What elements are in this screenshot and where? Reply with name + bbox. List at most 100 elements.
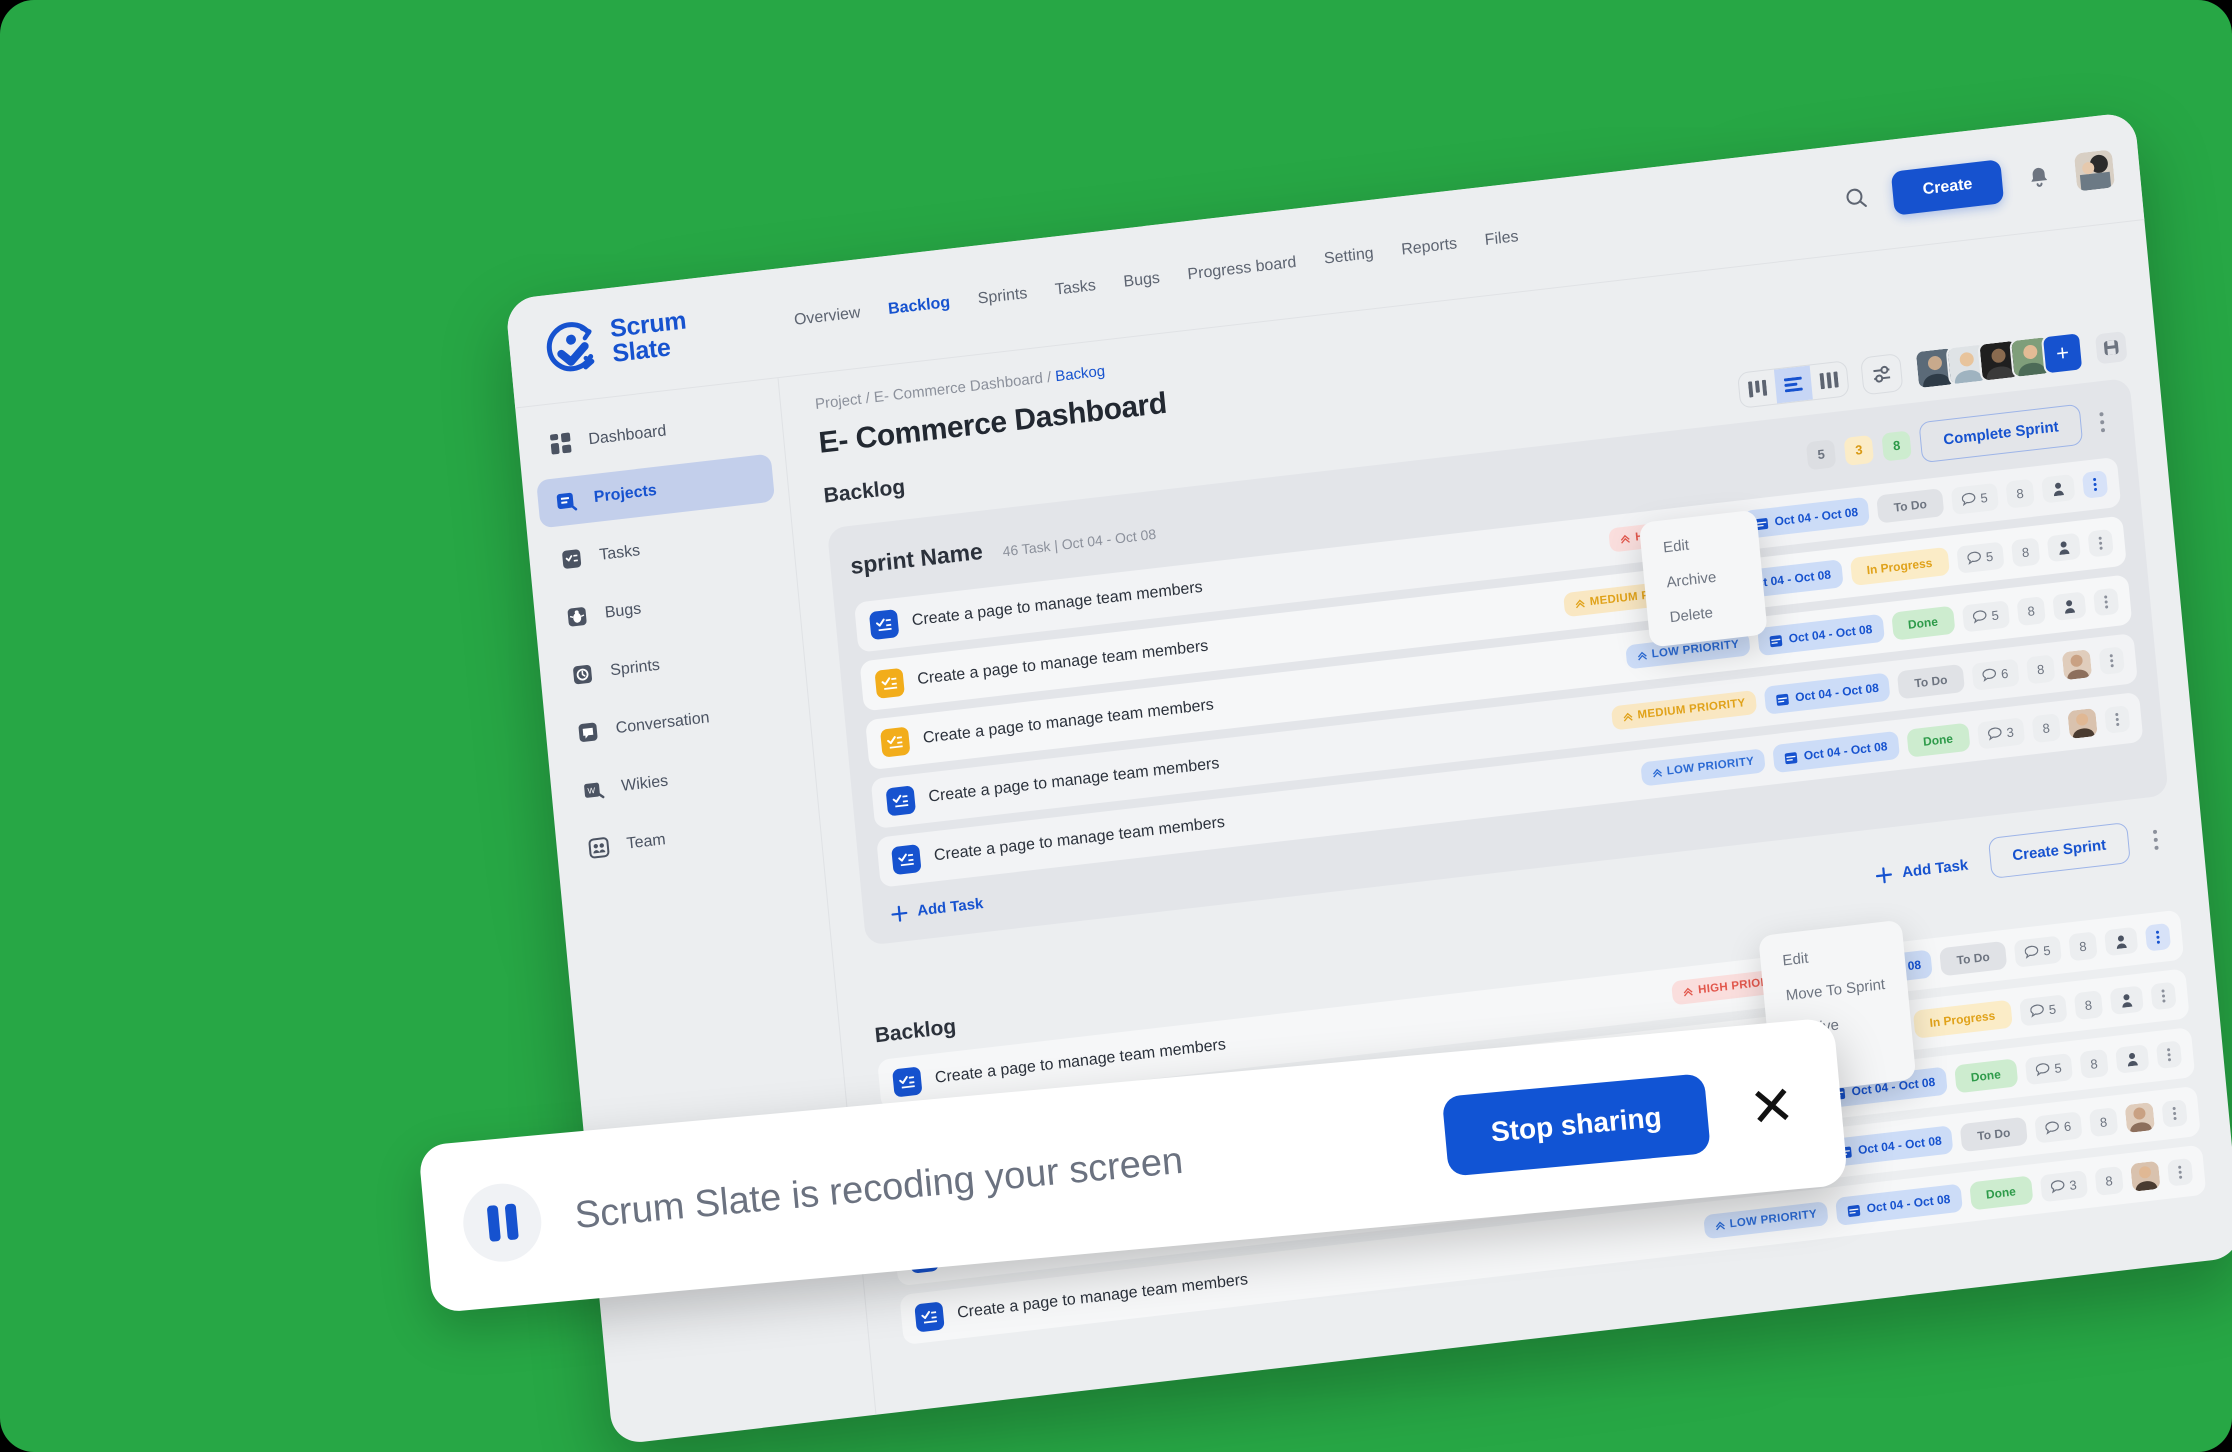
row-more-options-icon[interactable] — [2161, 1099, 2188, 1128]
topnav-item-reports[interactable]: Reports — [1401, 235, 1458, 259]
status-badge: Done — [1953, 1058, 2018, 1094]
topnav-item-progress-board[interactable]: Progress board — [1187, 254, 1297, 284]
sidebar-item-label: Conversation — [615, 709, 711, 738]
user-avatar[interactable] — [2073, 149, 2116, 192]
view-mode-toggle[interactable] — [1737, 360, 1850, 409]
attachment-count[interactable]: 8 — [2010, 536, 2041, 567]
row-more-options-icon[interactable] — [2150, 981, 2177, 1011]
complete-sprint-button[interactable]: Complete Sprint — [1918, 403, 2084, 464]
member-avatar-group: + — [1913, 331, 2085, 391]
avatar[interactable] — [2061, 649, 2093, 681]
comment-count[interactable]: 3 — [1976, 716, 2025, 750]
comment-count[interactable]: 5 — [1955, 541, 2005, 574]
attachment-count[interactable]: 8 — [2068, 930, 2098, 961]
assignee-icon[interactable] — [2052, 591, 2087, 622]
row-more-options-icon[interactable] — [2144, 922, 2172, 952]
sprint-meta: 46 Task | Oct 04 - Oct 08 — [1001, 525, 1157, 560]
view-columns-icon[interactable] — [1810, 361, 1849, 399]
topnav-item-setting[interactable]: Setting — [1323, 245, 1374, 269]
create-sprint-button[interactable]: Create Sprint — [1987, 822, 2131, 879]
comment-count[interactable]: 5 — [2024, 1052, 2073, 1085]
assignee-icon[interactable] — [2104, 926, 2139, 957]
comment-count[interactable]: 5 — [2018, 993, 2068, 1027]
assignee-icon[interactable] — [2109, 985, 2144, 1016]
topnav-item-overview[interactable]: Overview — [793, 304, 861, 330]
filter-icon[interactable] — [1860, 353, 1904, 396]
attachment-count[interactable]: 8 — [2088, 1106, 2119, 1137]
task-type-icon — [914, 1301, 945, 1333]
attachment-count[interactable]: 8 — [2079, 1048, 2109, 1079]
attachment-count[interactable]: 8 — [2073, 989, 2104, 1020]
attachment-count[interactable]: 8 — [2025, 653, 2056, 684]
topnav-item-tasks[interactable]: Tasks — [1054, 277, 1096, 300]
notification-bell-icon[interactable] — [2020, 158, 2057, 196]
team-icon — [586, 835, 612, 862]
count-todo-badge: 5 — [1806, 438, 1837, 470]
breadcrumb-current[interactable]: Backog — [1055, 363, 1106, 386]
top-actions: Create — [1837, 146, 2116, 222]
avatar[interactable] — [2130, 1160, 2161, 1192]
scene: Scrum Slate Overview Backlog Sprints Task… — [0, 0, 2232, 1452]
brand-logo[interactable]: Scrum Slate — [541, 296, 775, 378]
comment-count[interactable]: 5 — [1961, 599, 2010, 633]
view-list-icon[interactable] — [1773, 365, 1813, 404]
add-member-button[interactable]: + — [2040, 331, 2085, 376]
search-icon[interactable] — [1838, 179, 1875, 217]
create-button[interactable]: Create — [1890, 159, 2005, 216]
topnav-item-files[interactable]: Files — [1484, 228, 1519, 250]
close-icon[interactable]: ✕ — [1738, 1073, 1805, 1140]
brand-name: Scrum Slate — [608, 306, 688, 368]
date-badge: Oct 04 - Oct 08 — [1826, 1125, 1954, 1168]
row-more-options-icon[interactable] — [2093, 587, 2120, 617]
pause-icon[interactable] — [459, 1180, 545, 1266]
assignee-icon[interactable] — [2115, 1044, 2150, 1074]
status-badge: Done — [1968, 1175, 2034, 1211]
view-board-icon[interactable] — [1738, 370, 1777, 408]
row-more-options-icon[interactable] — [2098, 646, 2125, 676]
row-more-options-icon[interactable] — [2104, 705, 2131, 734]
attachment-count[interactable]: 8 — [2031, 712, 2061, 743]
add-task-button-secondary[interactable]: Add Task — [1867, 846, 1975, 887]
topnav-item-sprints[interactable]: Sprints — [977, 285, 1028, 309]
attachment-count[interactable]: 8 — [2016, 595, 2046, 626]
sidebar-item-label: Bugs — [604, 600, 642, 622]
assignee-icon[interactable] — [2046, 532, 2081, 563]
task-type-icon — [868, 609, 900, 641]
status-badge: Done — [1890, 605, 1956, 641]
stop-sharing-button[interactable]: Stop sharing — [1441, 1073, 1711, 1177]
status-badge: LOW PRIORITY — [1639, 748, 1767, 787]
date-badge: Oct 04 - Oct 08 — [1757, 613, 1885, 657]
row-more-options-icon[interactable] — [2167, 1157, 2194, 1187]
sidebar-item-label: Tasks — [598, 542, 641, 564]
breadcrumb-root[interactable]: Project — [814, 391, 862, 413]
assignee-icon[interactable] — [2041, 473, 2076, 504]
sprint-icon — [570, 661, 596, 688]
row-more-options-icon[interactable] — [2087, 528, 2114, 558]
count-in-progress-badge: 3 — [1843, 434, 1875, 466]
comment-count[interactable]: 5 — [2013, 935, 2062, 968]
avatar[interactable] — [2067, 707, 2098, 740]
backlog-more-options-icon[interactable] — [2143, 823, 2168, 855]
status-badge: In Progress — [1912, 999, 2013, 1039]
section-title: Backlog — [822, 475, 907, 508]
breadcrumb-project[interactable]: E- Commerce Dashboard — [873, 370, 1044, 406]
attachment-count[interactable]: 8 — [2094, 1165, 2124, 1196]
scrum-slate-logo-icon — [541, 316, 602, 378]
sidebar-item-label: Dashboard — [587, 422, 668, 449]
attachment-count[interactable]: 8 — [2005, 478, 2035, 509]
comment-count[interactable]: 5 — [1950, 482, 1999, 515]
status-badge: To Do — [1897, 663, 1965, 700]
task-type-icon — [874, 667, 905, 699]
comment-count[interactable]: 3 — [2039, 1169, 2088, 1202]
row-more-options-icon[interactable] — [2081, 470, 2109, 499]
row-more-options-icon[interactable] — [2155, 1040, 2183, 1070]
comment-count[interactable]: 6 — [2033, 1110, 2083, 1144]
topnav-item-backlog[interactable]: Backlog — [887, 294, 951, 319]
comment-count[interactable]: 6 — [1970, 658, 2020, 691]
save-view-icon[interactable] — [2094, 331, 2128, 365]
status-badge: In Progress — [1849, 546, 1950, 587]
avatar[interactable] — [2124, 1101, 2156, 1134]
count-done-badge: 8 — [1881, 429, 1912, 462]
topnav-item-bugs[interactable]: Bugs — [1123, 270, 1161, 292]
sprint-more-options-icon[interactable] — [2090, 406, 2115, 438]
